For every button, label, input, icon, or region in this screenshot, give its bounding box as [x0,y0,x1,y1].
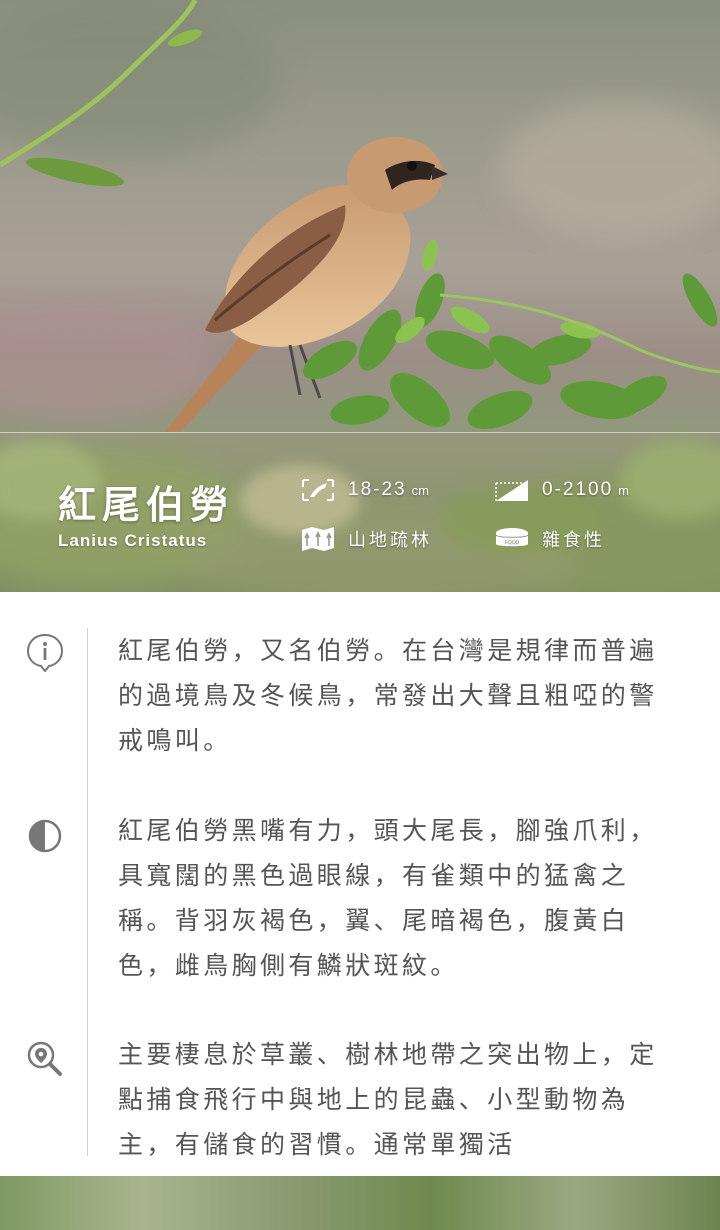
contrast-icon [25,816,65,856]
stat-diet: FOOD 雜食性 [494,526,605,552]
stat-size: 18-23 cm [300,477,429,503]
info-icon [25,632,65,672]
stat-habitat: 山地疏林 [300,526,432,552]
hero-photo: 紅尾伯勞 Lanius Cristatus 18-23 cm 0-2100 m [0,0,720,592]
bottom-photo-strip [0,1176,720,1230]
stat-altitude: 0-2100 m [494,477,629,503]
description-panel[interactable]: 紅尾伯勞，又名伯勞。在台灣是規律而普遍的過境鳥及冬候鳥，常發出大聲且粗啞的警戒鳴… [0,592,720,1176]
forest-map-icon [300,526,336,552]
size-value: 18-23 [348,479,407,500]
habitat-text: 山地疏林 [348,530,432,551]
section-appearance-text: 紅尾伯勞黑嘴有力，頭大尾長，腳強爪利，具寬闊的黑色過眼線，有雀類中的猛禽之稱。背… [118,816,658,980]
food-icon-label: FOOD [505,540,520,546]
section-behavior-text: 主要棲息於草叢、樹林地帶之突出物上，定點捕食飛行中與地上的昆蟲、小型動物為主，有… [118,1040,658,1159]
altitude-icon [494,477,530,503]
diet-text: 雜食性 [542,530,605,551]
bird-size-icon [300,477,336,503]
size-unit: cm [411,482,429,498]
food-can-icon: FOOD [494,526,530,552]
species-name-en: Lanius Cristatus [58,531,208,550]
altitude-value: 0-2100 [542,479,614,500]
section-intro-text: 紅尾伯勞，又名伯勞。在台灣是規律而普遍的過境鳥及冬候鳥，常發出大聲且粗啞的警戒鳴… [118,636,658,755]
altitude-unit: m [618,482,630,498]
species-name-zh: 紅尾伯勞 [58,483,235,527]
location-search-icon [25,1039,65,1079]
overlay-divider [0,432,720,433]
timeline-divider [87,628,88,1156]
